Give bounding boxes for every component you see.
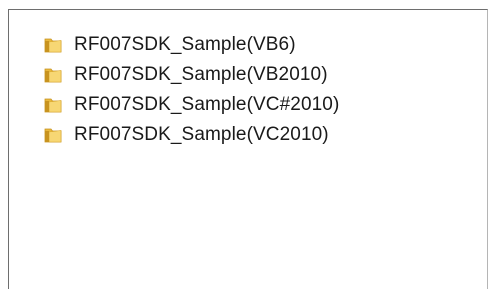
folder-item-vb6[interactable]: RF007SDK_Sample(VB6) <box>9 30 339 60</box>
folder-icon <box>44 128 62 143</box>
file-list-pane: RF007SDK_Sample(VB6) RF007SDK_Sample(VB2… <box>8 9 488 289</box>
folder-label: RF007SDK_Sample(VB2010) <box>74 64 328 85</box>
folder-icon <box>44 68 62 83</box>
folder-item-vcsharp2010[interactable]: RF007SDK_Sample(VC#2010) <box>9 90 339 120</box>
folder-list: RF007SDK_Sample(VB6) RF007SDK_Sample(VB2… <box>9 30 339 150</box>
folder-label: RF007SDK_Sample(VC#2010) <box>74 94 340 115</box>
folder-item-vb2010[interactable]: RF007SDK_Sample(VB2010) <box>9 60 339 90</box>
folder-item-vc2010[interactable]: RF007SDK_Sample(VC2010) <box>9 120 339 150</box>
folder-label: RF007SDK_Sample(VC2010) <box>74 124 329 145</box>
folder-label: RF007SDK_Sample(VB6) <box>74 34 296 55</box>
folder-icon <box>44 38 62 53</box>
folder-icon <box>44 98 62 113</box>
